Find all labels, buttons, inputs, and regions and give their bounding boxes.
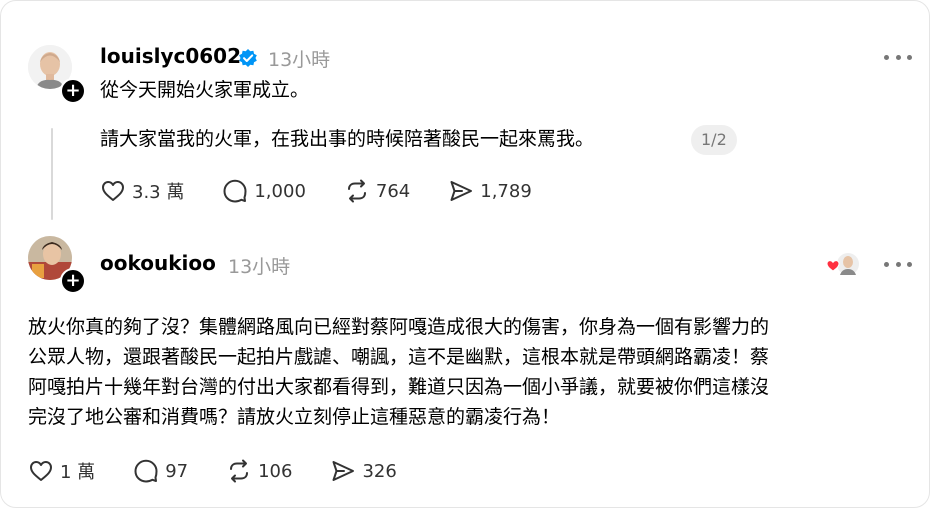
like-button[interactable]: 1 萬	[28, 458, 95, 484]
like-count: 1 萬	[60, 462, 96, 483]
comment-bubble-icon	[134, 459, 158, 483]
post-text-line: 阿嘎拍片十幾年對台灣的付出大家都看得到，難道只因為一個小爭議，就要被你們這樣沒	[28, 376, 770, 398]
repost-button[interactable]: 106	[226, 458, 292, 484]
more-options-icon[interactable]	[884, 259, 912, 269]
share-button[interactable]: 326	[330, 458, 397, 484]
heart-icon	[30, 461, 52, 481]
timestamp[interactable]: 13小時	[228, 252, 290, 279]
post-text-line: 放火你真的夠了沒？集體網路風向已經對蔡阿嘎造成很大的傷害，你身為一個有影響力的	[28, 316, 770, 338]
share-count: 326	[362, 460, 397, 482]
post-text-line: 公眾人物，還跟著酸民一起拍片戲謔、嘲諷，這不是幽默，這根本就是帶頭網路霸凌！蔡	[28, 346, 770, 368]
heart-icon	[826, 260, 840, 272]
username[interactable]: ookoukioo	[100, 251, 216, 275]
follow-plus-button[interactable]: +	[60, 268, 86, 294]
author-liked-indicator	[826, 251, 860, 277]
post-text-line: 完沒了地公審和消費嗎？請放火立刻停止這種惡意的霸凌行為！	[28, 406, 561, 428]
share-arrow-icon	[332, 461, 355, 481]
repost-count: 106	[258, 460, 293, 482]
action-bar: 1 萬 97 106 326	[28, 458, 435, 484]
comment-count: 97	[165, 460, 189, 482]
repost-icon	[230, 459, 249, 483]
comment-button[interactable]: 97	[133, 458, 188, 484]
post-ookoukioo: + ookoukioo 13小時 放火你真的夠了沒？集體網路風向已經對蔡阿嘎造成…	[0, 0, 930, 508]
